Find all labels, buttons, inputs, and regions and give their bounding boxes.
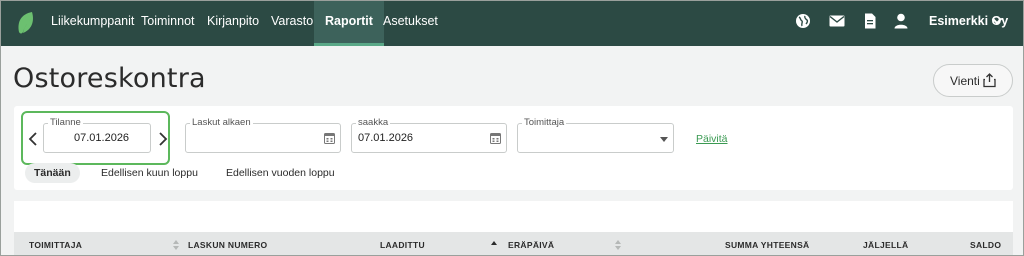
saakka-field[interactable]: saakka 07.01.2026 [351, 117, 507, 153]
column-header-toimittaja[interactable]: TOIMITTAJA [29, 240, 82, 250]
column-header-saldo[interactable]: SALDO [970, 240, 1001, 250]
column-header-summa-yhteensa[interactable]: SUMMA YHTEENSÄ [725, 240, 810, 250]
chevron-down-icon[interactable] [991, 15, 1003, 27]
tilanne-label: Tilanne [48, 117, 83, 129]
share-export-icon [983, 73, 996, 88]
column-header-erapaiva[interactable]: ERÄPÄIVÄ [508, 240, 554, 250]
tilanne-date-field[interactable]: Tilanne 07.01.2026 [43, 117, 151, 153]
document-icon[interactable] [861, 12, 879, 30]
laskut-alkaen-field[interactable]: Laskut alkaen [185, 117, 341, 153]
user-icon[interactable] [892, 12, 910, 30]
app-window: Liikekumppanit Toiminnot Kirjanpito Vara… [0, 0, 1024, 256]
export-button-label: Vienti [950, 74, 980, 88]
saakka-label: saakka [356, 117, 391, 129]
export-button[interactable]: Vienti [933, 64, 1013, 97]
chevron-right-icon[interactable] [156, 131, 170, 147]
column-header-jaljella[interactable]: JÄLJELLÄ [863, 240, 908, 250]
nav-item-asetukset[interactable]: Asetukset [383, 1, 438, 46]
refresh-link[interactable]: Päivitä [696, 133, 728, 145]
chevron-left-icon[interactable] [26, 131, 40, 147]
laskut-alkaen-label: Laskut alkaen [190, 117, 253, 129]
toimittaja-label: Toimittaja [522, 117, 567, 129]
top-navigation-bar: Liikekumppanit Toiminnot Kirjanpito Vara… [1, 1, 1023, 46]
nav-item-raportit[interactable]: Raportit [314, 1, 384, 46]
column-header-laskun-numero[interactable]: LASKUN NUMERO [188, 240, 267, 250]
sort-icon[interactable] [173, 240, 179, 250]
mail-icon[interactable] [828, 12, 846, 30]
nav-item-liikekumppanit[interactable]: Liikekumppanit [51, 1, 134, 46]
quick-range-today[interactable]: Tänään [25, 163, 80, 183]
page-title: Ostoreskontra [13, 63, 206, 94]
nav-item-varasto[interactable]: Varasto [271, 1, 313, 46]
nav-item-kirjanpito[interactable]: Kirjanpito [207, 1, 259, 46]
sort-icon[interactable] [615, 240, 621, 250]
calendar-icon[interactable] [324, 132, 335, 144]
dropdown-caret-icon[interactable] [660, 137, 668, 142]
calendar-icon[interactable] [490, 132, 501, 144]
sort-ascending-icon[interactable] [491, 240, 497, 250]
globe-icon[interactable] [794, 12, 812, 30]
leaf-logo-icon[interactable] [15, 10, 37, 36]
quick-range-last-month-end[interactable]: Edellisen kuun loppu [101, 163, 198, 183]
toimittaja-select[interactable]: Toimittaja [517, 117, 674, 153]
quick-range-last-year-end[interactable]: Edellisen vuoden loppu [226, 163, 335, 183]
tilanne-value: 07.01.2026 [74, 132, 130, 144]
saakka-value: 07.01.2026 [358, 132, 414, 144]
column-header-laadittu[interactable]: LAADITTU [380, 240, 425, 250]
nav-item-toiminnot[interactable]: Toiminnot [141, 1, 195, 46]
